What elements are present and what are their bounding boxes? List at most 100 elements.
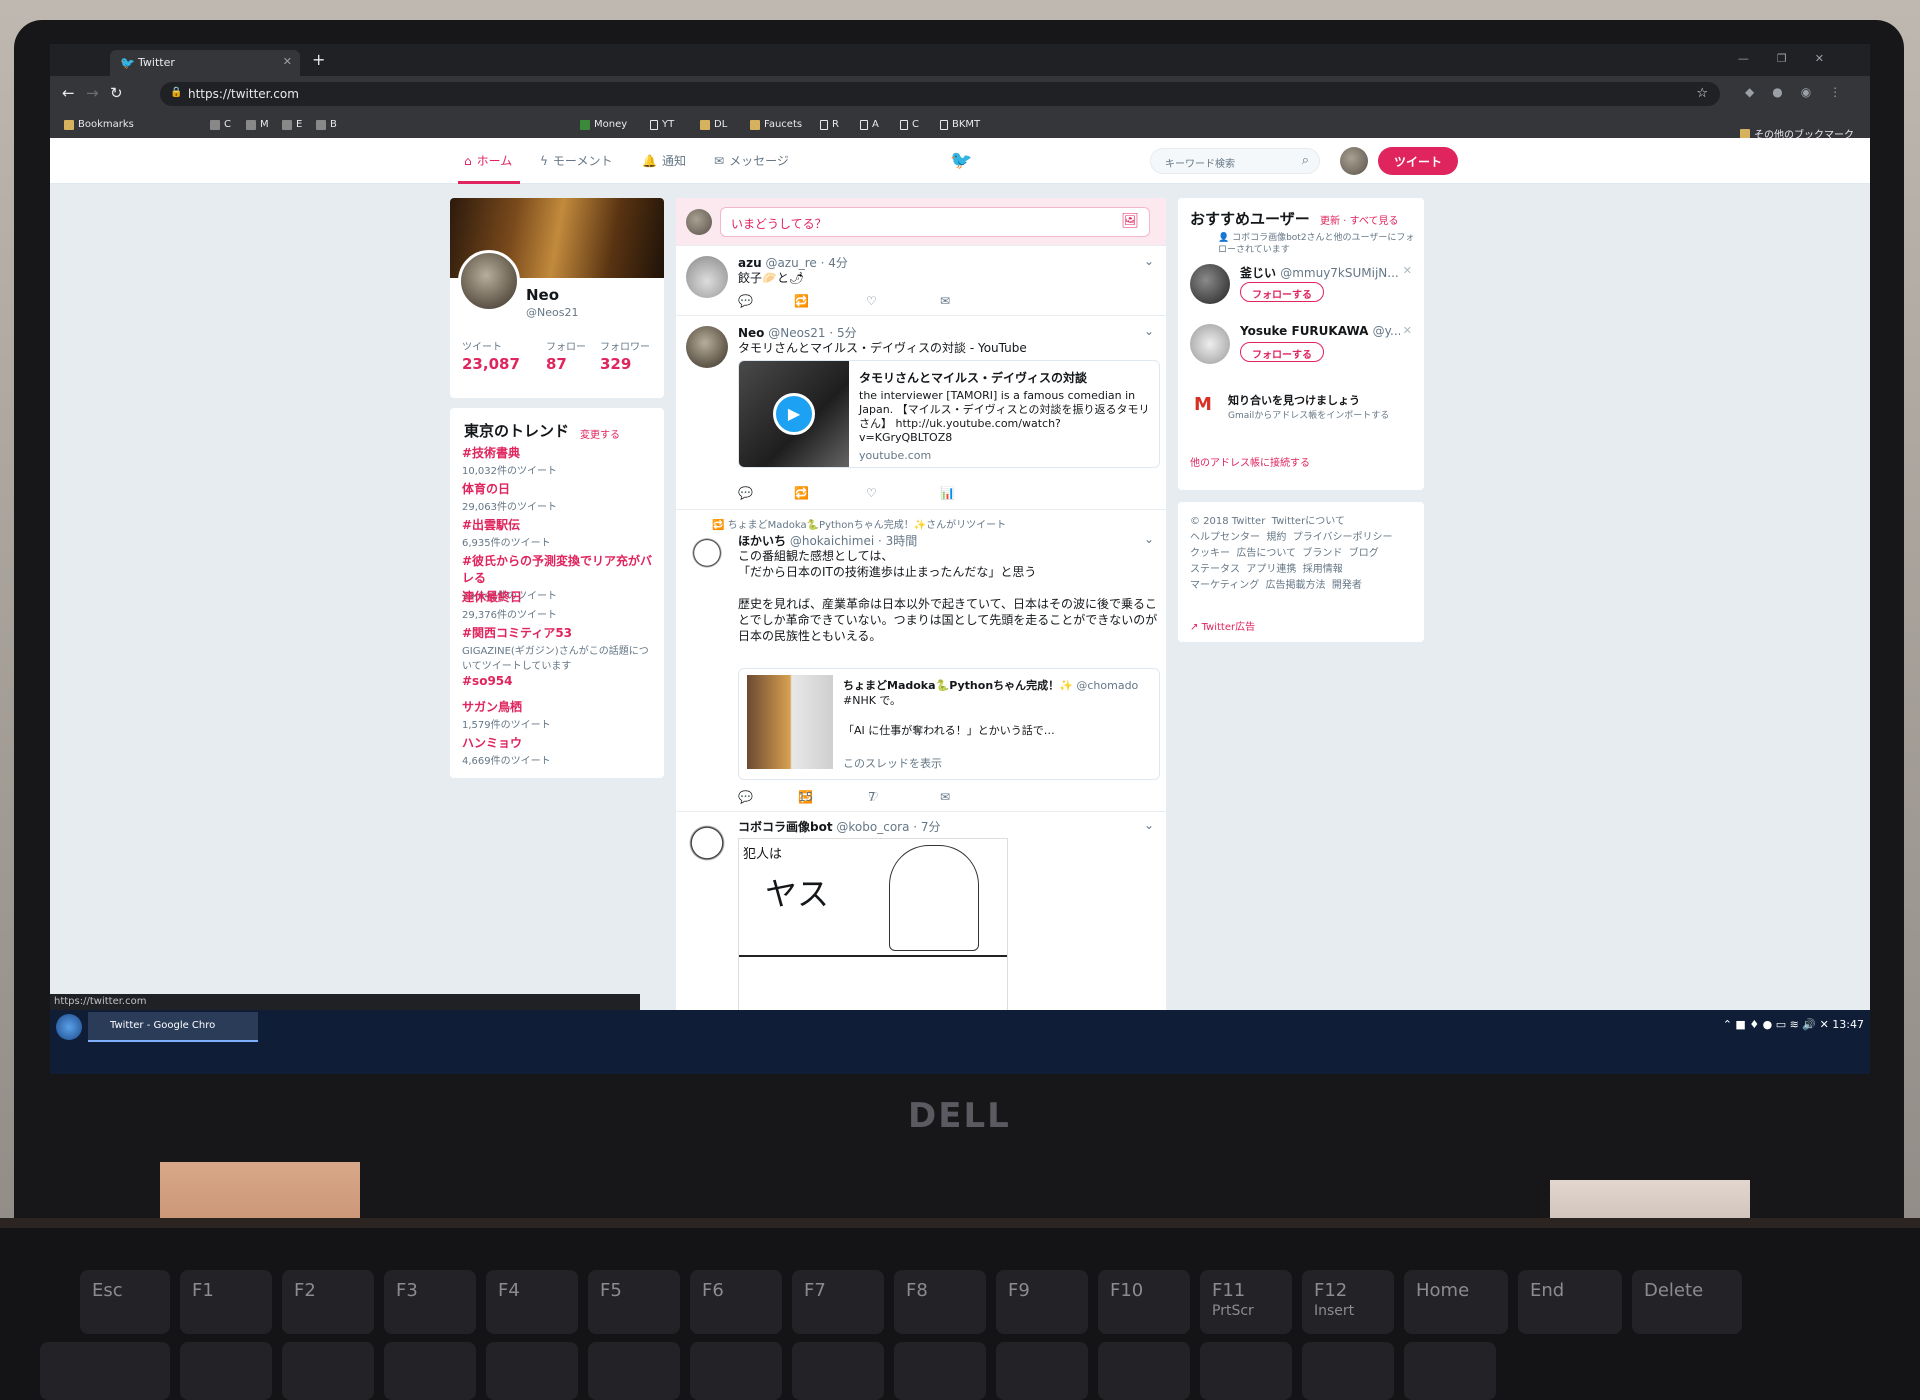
nav-moments[interactable]: ϟ モーメント bbox=[540, 152, 612, 169]
avatar[interactable] bbox=[1340, 147, 1368, 175]
key-minus[interactable] bbox=[1200, 1342, 1292, 1400]
address-bar[interactable]: 🔒 https://twitter.com ☆ bbox=[160, 82, 1720, 106]
stat-followers[interactable]: フォロワー 329 bbox=[600, 338, 650, 373]
key-yen[interactable] bbox=[1404, 1342, 1496, 1400]
bookmark-folder[interactable]: Bookmarks bbox=[64, 119, 134, 130]
chevron-down-icon[interactable]: ⌄ bbox=[1144, 254, 1154, 268]
tweet-author-handle[interactable]: @azu_re bbox=[765, 256, 816, 270]
bookmark-item[interactable]: B bbox=[316, 119, 337, 130]
reload-icon[interactable]: ↻ bbox=[110, 84, 123, 102]
trend-item[interactable]: ハンミョウ 4,669件のツイート bbox=[462, 734, 658, 767]
tweet-author-name[interactable]: コボコラ画像bot bbox=[738, 820, 833, 834]
bookmark-item[interactable]: M bbox=[246, 119, 269, 130]
key-caret[interactable] bbox=[1302, 1342, 1394, 1400]
key-3[interactable] bbox=[384, 1342, 476, 1400]
chevron-down-icon[interactable]: ⌄ bbox=[1144, 324, 1154, 338]
close-icon[interactable]: ✕ bbox=[1403, 264, 1412, 277]
bookmark-item[interactable]: Faucets bbox=[750, 119, 802, 130]
search-input[interactable]: キーワード検索 ⌕ bbox=[1150, 148, 1320, 174]
retweet-icon[interactable]: 🔁 bbox=[794, 486, 809, 500]
reply-icon[interactable]: 💬 bbox=[738, 486, 753, 500]
taskbar-chrome-window[interactable]: Twitter - Google Chro bbox=[88, 1012, 258, 1042]
key-hankaku[interactable] bbox=[40, 1342, 170, 1400]
reply-icon[interactable]: 💬 bbox=[738, 790, 753, 804]
follow-button[interactable]: フォローする bbox=[1240, 282, 1324, 302]
twitter-bird-icon[interactable]: 🐦 bbox=[950, 150, 972, 171]
new-tab-icon[interactable]: + bbox=[312, 50, 325, 69]
trend-item[interactable]: サガン鳥栖 1,579件のツイート bbox=[462, 698, 658, 731]
key-f1[interactable]: F1 bbox=[180, 1270, 272, 1334]
nav-home[interactable]: ⌂ ホーム bbox=[464, 152, 512, 169]
key-f6[interactable]: F6 bbox=[690, 1270, 782, 1334]
system-tray[interactable]: ⌃ ■ ♦ ● ▭ ≋ 🔊 ✕ 13:47 bbox=[1723, 1018, 1864, 1031]
key-home[interactable]: Home bbox=[1404, 1270, 1508, 1334]
photo-icon[interactable]: 🖼 bbox=[1121, 213, 1139, 229]
tweet-avatar[interactable] bbox=[686, 534, 728, 576]
tweet-author-handle[interactable]: @hokaichimei bbox=[790, 534, 874, 548]
tweet-time[interactable]: · 7分 bbox=[913, 820, 940, 834]
tweet-author-name[interactable]: ほかいち bbox=[738, 534, 786, 548]
connect-address-book-link[interactable]: 他のアドレス帳に接続する bbox=[1190, 454, 1310, 469]
suggested-user-name[interactable]: Yosuke FURUKAWA @y... bbox=[1240, 324, 1400, 338]
video-thumbnail[interactable]: ▶ bbox=[739, 361, 849, 467]
view-all-link[interactable]: すべて見る bbox=[1350, 216, 1399, 227]
avatar[interactable] bbox=[1190, 264, 1230, 304]
tweet-author-name[interactable]: azu bbox=[738, 256, 762, 270]
refresh-link[interactable]: 更新 bbox=[1320, 216, 1340, 227]
quote-author-name[interactable]: ちょまどMadoka🐍Pythonちゃん完成！✨ bbox=[843, 679, 1073, 692]
retweet-icon[interactable]: 🔁 bbox=[794, 294, 809, 308]
message-icon[interactable]: ✉ bbox=[940, 294, 950, 308]
search-icon[interactable]: ⌕ bbox=[1302, 153, 1309, 168]
close-tab-icon[interactable]: ✕ bbox=[283, 55, 292, 68]
key-f9[interactable]: F9 bbox=[996, 1270, 1088, 1334]
trend-item[interactable]: 体育の日 29,063件のツイート bbox=[462, 480, 658, 513]
bookmark-item[interactable]: DL bbox=[700, 119, 727, 130]
bookmark-item[interactable]: E bbox=[282, 119, 302, 130]
stat-tweets[interactable]: ツイート 23,087 bbox=[462, 338, 520, 373]
bookmark-item[interactable]: R bbox=[820, 119, 839, 130]
tweet-avatar[interactable] bbox=[686, 256, 728, 298]
back-icon[interactable]: ← bbox=[62, 84, 75, 102]
play-icon[interactable]: ▶ bbox=[773, 393, 815, 435]
profile-handle[interactable]: @Neos21 bbox=[526, 306, 578, 319]
trend-item[interactable]: 連休最終日 29,376件のツイート bbox=[462, 588, 658, 621]
find-friends[interactable]: M 知り合いを見つけましょう Gmailからアドレス帳をインポートする bbox=[1188, 390, 1418, 432]
key-f4[interactable]: F4 bbox=[486, 1270, 578, 1334]
tweet-time[interactable]: · 5分 bbox=[829, 326, 856, 340]
message-icon[interactable]: ✉ bbox=[940, 790, 950, 804]
trend-item[interactable]: #出雲駅伝 6,935件のツイート bbox=[462, 516, 658, 549]
retweeted-by[interactable]: 🔁 ちょまどMadoka🐍Pythonちゃん完成！✨さんがリツイート bbox=[712, 516, 1006, 531]
key-f3[interactable]: F3 bbox=[384, 1270, 476, 1334]
trend-item[interactable]: #技術書典 10,032件のツイート bbox=[462, 444, 658, 477]
chevron-down-icon[interactable]: ⌄ bbox=[1144, 818, 1154, 832]
twitter-ads-link[interactable]: ↗ Twitter広告 bbox=[1190, 618, 1255, 633]
tweet[interactable]: コボコラ画像bot @kobo_cora · 7分 ⌄ 犯人は ヤス bbox=[676, 812, 1166, 1038]
tweet-time[interactable]: · 4分 bbox=[821, 256, 848, 270]
key-f2[interactable]: F2 bbox=[282, 1270, 374, 1334]
key-end[interactable]: End bbox=[1518, 1270, 1622, 1334]
key-8[interactable] bbox=[894, 1342, 986, 1400]
tweet-author-handle[interactable]: @Neos21 bbox=[768, 326, 825, 340]
key-2[interactable] bbox=[282, 1342, 374, 1400]
forward-icon[interactable]: → bbox=[86, 84, 99, 102]
footer-links[interactable]: © 2018 Twitter Twitterについて ヘルプセンター 規約 プラ… bbox=[1190, 514, 1414, 594]
quote-thumbnail[interactable] bbox=[747, 675, 833, 769]
tweet-avatar[interactable] bbox=[686, 326, 728, 368]
tweet-avatar[interactable] bbox=[686, 822, 728, 864]
key-f7[interactable]: F7 bbox=[792, 1270, 884, 1334]
nav-notifications[interactable]: 🔔 通知 bbox=[642, 152, 686, 169]
avatar[interactable] bbox=[1190, 324, 1230, 364]
key-9[interactable] bbox=[996, 1342, 1088, 1400]
key-f8[interactable]: F8 bbox=[894, 1270, 986, 1334]
key-f10[interactable]: F10 bbox=[1098, 1270, 1190, 1334]
start-button[interactable] bbox=[56, 1014, 82, 1040]
bookmark-item[interactable]: YT bbox=[650, 119, 674, 130]
trend-item[interactable]: #関西コミティア53 GIGAZINE(ギガジン)さんがこの話題についてツイートし… bbox=[462, 624, 658, 672]
tweet[interactable]: azu @azu_re · 4分 ⌄ 餃子🥟と🌶 💬 🔁 ♡ ✉ bbox=[676, 246, 1166, 316]
key-7[interactable] bbox=[792, 1342, 884, 1400]
like-icon[interactable]: ♡ bbox=[866, 294, 877, 308]
like-icon[interactable]: ♡ bbox=[866, 486, 877, 500]
tweet-author-name[interactable]: Neo bbox=[738, 326, 764, 340]
quote-author-handle[interactable]: @chomado bbox=[1076, 679, 1138, 692]
profile-avatar[interactable] bbox=[458, 250, 520, 312]
